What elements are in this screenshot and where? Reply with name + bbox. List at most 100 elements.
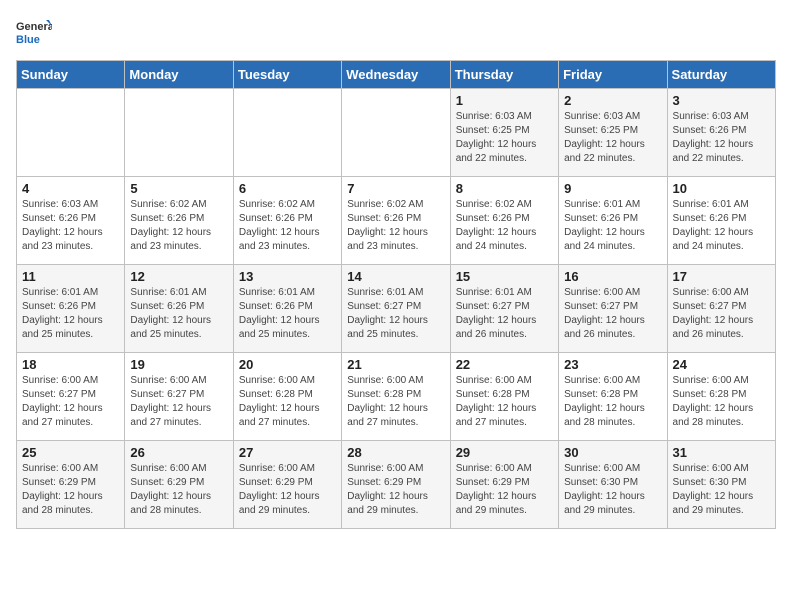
col-header-sunday: Sunday [17, 61, 125, 89]
day-cell: 20Sunrise: 6:00 AM Sunset: 6:28 PM Dayli… [233, 353, 341, 441]
day-cell: 24 Sunrise: 6:00 AM Sunset: 6:28 PM Dayli… [667, 353, 775, 441]
day-info: Sunrise: 6:00 AM Sunset: 6:27 PM Dayligh… [22, 374, 119, 430]
day-cell: 7Sunrise: 6:02 AM Sunset: 6:26 PM Daylig… [342, 177, 450, 265]
svg-text:Blue: Blue [16, 34, 40, 46]
day-cell: 23 Sunrise: 6:00 AM Sunset: 6:28 PM Dayli… [559, 353, 667, 441]
week-row-2: 4 Sunrise: 6:03 AM Sunset: 6:26 PM Daylig… [17, 177, 776, 265]
day-number: 17 [673, 269, 770, 284]
col-header-wednesday: Wednesday [342, 61, 450, 89]
day-info: Sunrise: 6:00 AM Sunset: 6:29 PM Dayligh… [22, 462, 119, 518]
calendar-table: SundayMondayTuesdayWednesdayThursdayFrid… [16, 60, 776, 529]
day-info: Sunrise: 6:01 AM Sunset: 6:26 PM Dayligh… [564, 198, 661, 254]
day-info: Sunrise: 6:02 AM Sunset: 6:26 PM Dayligh… [347, 198, 444, 254]
day-number: 8 [456, 181, 553, 196]
day-number: 28 [347, 445, 444, 460]
day-number: 4 [22, 181, 119, 196]
day-number: 18 [22, 357, 119, 372]
day-info: Sunrise: 6:00 AM Sunset: 6:29 PM Dayligh… [347, 462, 444, 518]
col-header-thursday: Thursday [450, 61, 558, 89]
day-cell [342, 89, 450, 177]
day-info: Sunrise: 6:02 AM Sunset: 6:26 PM Dayligh… [239, 198, 336, 254]
day-cell: 22Sunrise: 6:00 AM Sunset: 6:28 PM Dayli… [450, 353, 558, 441]
day-info: Sunrise: 6:00 AM Sunset: 6:30 PM Dayligh… [564, 462, 661, 518]
day-number: 3 [673, 93, 770, 108]
day-number: 31 [673, 445, 770, 460]
header-row: SundayMondayTuesdayWednesdayThursdayFrid… [17, 61, 776, 89]
day-info: Sunrise: 6:01 AM Sunset: 6:26 PM Dayligh… [130, 286, 227, 342]
day-cell: 16 Sunrise: 6:00 AM Sunset: 6:27 PM Dayli… [559, 265, 667, 353]
day-info: Sunrise: 6:00 AM Sunset: 6:29 PM Dayligh… [130, 462, 227, 518]
day-info: Sunrise: 6:00 AM Sunset: 6:28 PM Dayligh… [239, 374, 336, 430]
day-number: 26 [130, 445, 227, 460]
day-number: 21 [347, 357, 444, 372]
day-number: 11 [22, 269, 119, 284]
day-cell: 8 Sunrise: 6:02 AM Sunset: 6:26 PM Daylig… [450, 177, 558, 265]
day-info: Sunrise: 6:00 AM Sunset: 6:27 PM Dayligh… [564, 286, 661, 342]
day-cell: 21 Sunrise: 6:00 AM Sunset: 6:28 PM Dayli… [342, 353, 450, 441]
day-number: 1 [456, 93, 553, 108]
day-cell: 19Sunrise: 6:00 AM Sunset: 6:27 PM Dayli… [125, 353, 233, 441]
col-header-monday: Monday [125, 61, 233, 89]
day-number: 10 [673, 181, 770, 196]
col-header-friday: Friday [559, 61, 667, 89]
day-info: Sunrise: 6:02 AM Sunset: 6:26 PM Dayligh… [456, 198, 553, 254]
day-cell: 3Sunrise: 6:03 AM Sunset: 6:26 PM Daylig… [667, 89, 775, 177]
day-number: 24 [673, 357, 770, 372]
day-cell: 10 Sunrise: 6:01 AM Sunset: 6:26 PM Dayli… [667, 177, 775, 265]
day-cell: 28 Sunrise: 6:00 AM Sunset: 6:29 PM Dayli… [342, 441, 450, 529]
day-info: Sunrise: 6:03 AM Sunset: 6:26 PM Dayligh… [22, 198, 119, 254]
day-cell [17, 89, 125, 177]
day-cell [125, 89, 233, 177]
day-number: 16 [564, 269, 661, 284]
week-row-5: 25 Sunrise: 6:00 AM Sunset: 6:29 PM Dayli… [17, 441, 776, 529]
day-cell: 29 Sunrise: 6:00 AM Sunset: 6:29 PM Dayli… [450, 441, 558, 529]
day-info: Sunrise: 6:03 AM Sunset: 6:25 PM Dayligh… [456, 110, 553, 166]
logo-svg: General Blue [16, 16, 52, 52]
day-cell: 11Sunrise: 6:01 AM Sunset: 6:26 PM Dayli… [17, 265, 125, 353]
day-info: Sunrise: 6:00 AM Sunset: 6:29 PM Dayligh… [456, 462, 553, 518]
day-number: 19 [130, 357, 227, 372]
day-cell: 5Sunrise: 6:02 AM Sunset: 6:26 PM Daylig… [125, 177, 233, 265]
day-info: Sunrise: 6:00 AM Sunset: 6:29 PM Dayligh… [239, 462, 336, 518]
day-cell: 31 Sunrise: 6:00 AM Sunset: 6:30 PM Dayli… [667, 441, 775, 529]
day-info: Sunrise: 6:01 AM Sunset: 6:27 PM Dayligh… [347, 286, 444, 342]
day-info: Sunrise: 6:00 AM Sunset: 6:28 PM Dayligh… [347, 374, 444, 430]
day-info: Sunrise: 6:03 AM Sunset: 6:25 PM Dayligh… [564, 110, 661, 166]
header: General Blue [16, 16, 776, 52]
day-cell [233, 89, 341, 177]
col-header-saturday: Saturday [667, 61, 775, 89]
day-cell: 4 Sunrise: 6:03 AM Sunset: 6:26 PM Daylig… [17, 177, 125, 265]
day-cell: 1 Sunrise: 6:03 AM Sunset: 6:25 PM Daylig… [450, 89, 558, 177]
day-info: Sunrise: 6:00 AM Sunset: 6:28 PM Dayligh… [564, 374, 661, 430]
day-info: Sunrise: 6:02 AM Sunset: 6:26 PM Dayligh… [130, 198, 227, 254]
logo: General Blue [16, 16, 52, 52]
day-number: 15 [456, 269, 553, 284]
day-info: Sunrise: 6:00 AM Sunset: 6:27 PM Dayligh… [673, 286, 770, 342]
day-cell: 6 Sunrise: 6:02 AM Sunset: 6:26 PM Daylig… [233, 177, 341, 265]
svg-text:General: General [16, 21, 52, 33]
day-info: Sunrise: 6:01 AM Sunset: 6:26 PM Dayligh… [673, 198, 770, 254]
day-cell: 17 Sunrise: 6:00 AM Sunset: 6:27 PM Dayli… [667, 265, 775, 353]
day-cell: 2 Sunrise: 6:03 AM Sunset: 6:25 PM Daylig… [559, 89, 667, 177]
week-row-1: 1 Sunrise: 6:03 AM Sunset: 6:25 PM Daylig… [17, 89, 776, 177]
day-number: 9 [564, 181, 661, 196]
day-info: Sunrise: 6:00 AM Sunset: 6:30 PM Dayligh… [673, 462, 770, 518]
day-number: 22 [456, 357, 553, 372]
day-number: 29 [456, 445, 553, 460]
day-info: Sunrise: 6:01 AM Sunset: 6:26 PM Dayligh… [239, 286, 336, 342]
day-cell: 18 Sunrise: 6:00 AM Sunset: 6:27 PM Dayli… [17, 353, 125, 441]
day-number: 25 [22, 445, 119, 460]
day-number: 2 [564, 93, 661, 108]
day-number: 6 [239, 181, 336, 196]
week-row-3: 11 Sunrise: 6:01 AM Sunset: 6:26 PM Dayli… [17, 265, 776, 353]
day-cell: 13 Sunrise: 6:01 AM Sunset: 6:26 PM Dayli… [233, 265, 341, 353]
day-cell: 27 Sunrise: 6:00 AM Sunset: 6:29 PM Dayli… [233, 441, 341, 529]
day-cell: 30Sunrise: 6:00 AM Sunset: 6:30 PM Dayli… [559, 441, 667, 529]
day-number: 13 [239, 269, 336, 284]
day-number: 12 [130, 269, 227, 284]
day-cell: 9 Sunrise: 6:01 AM Sunset: 6:26 PM Daylig… [559, 177, 667, 265]
day-info: Sunrise: 6:00 AM Sunset: 6:28 PM Dayligh… [673, 374, 770, 430]
day-number: 23 [564, 357, 661, 372]
day-number: 14 [347, 269, 444, 284]
day-number: 27 [239, 445, 336, 460]
